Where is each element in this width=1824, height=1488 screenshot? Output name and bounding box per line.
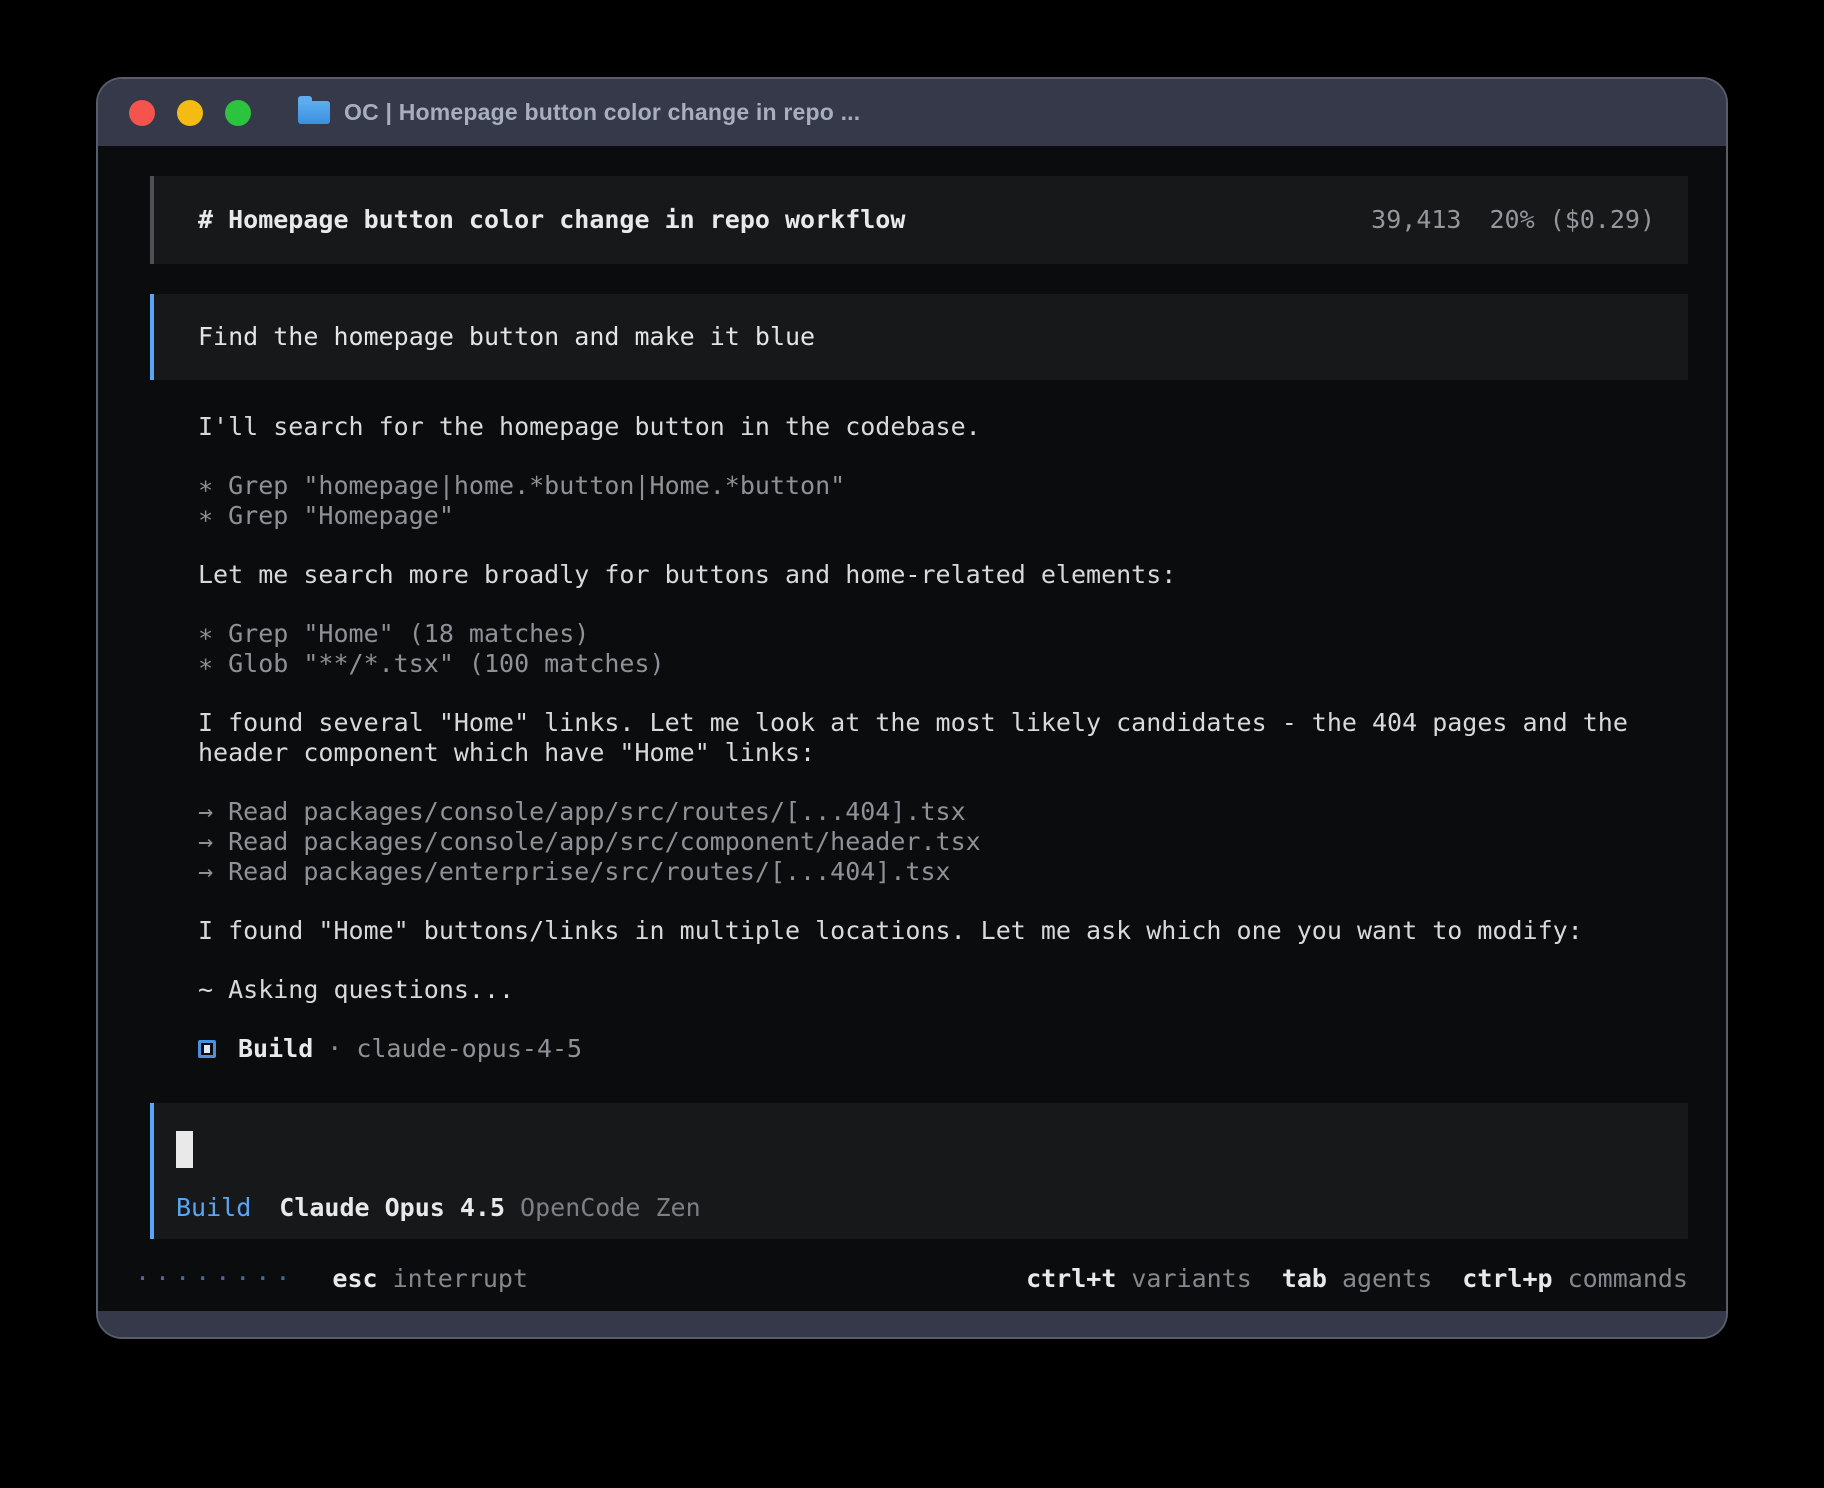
assistant-text-line: header component which have "Home" links… (198, 738, 1688, 768)
titlebar[interactable]: OC | Homepage button color change in rep… (98, 79, 1726, 146)
shortcut-key: ctrl+t (1026, 1264, 1116, 1294)
window-bottom-strip (98, 1311, 1726, 1337)
terminal-window: OC | Homepage button color change in rep… (96, 77, 1728, 1339)
tool-call-line: → Read packages/console/app/src/componen… (198, 827, 1688, 857)
shortcut-agents: tab agents (1282, 1264, 1432, 1294)
assistant-text-block: ~ Asking questions... (198, 975, 1688, 1005)
assistant-text-block: I'll search for the homepage button in t… (198, 412, 1688, 442)
assistant-text-block: I found several "Home" links. Let me loo… (198, 708, 1688, 768)
zoom-button[interactable] (225, 100, 251, 126)
spinner-dots: ········ (135, 1264, 295, 1294)
desktop: OC | Homepage button color change in rep… (0, 0, 1824, 1488)
shortcut-label: variants (1131, 1264, 1251, 1294)
context-percent: 20% (1489, 205, 1534, 235)
assistant-text-block: I found "Home" buttons/links in multiple… (198, 916, 1688, 946)
tool-call-block: ∗ Grep "homepage|home.*button|Home.*butt… (198, 471, 1688, 531)
agent-separator: · (327, 1034, 342, 1064)
shortcut-commands: ctrl+p commands (1462, 1264, 1688, 1294)
tool-call-block: → Read packages/console/app/src/routes/[… (198, 797, 1688, 887)
close-button[interactable] (129, 100, 155, 126)
assistant-text-line: I found several "Home" links. Let me loo… (198, 708, 1688, 738)
agent-name: Build (238, 1034, 313, 1064)
session-header: # Homepage button color change in repo w… (150, 176, 1688, 264)
tool-call-line: → Read packages/enterprise/src/routes/[.… (198, 857, 1688, 887)
session-cost: ($0.29) (1550, 205, 1655, 235)
assistant-text-line: I found "Home" buttons/links in multiple… (198, 916, 1688, 946)
session-stats: 39,413 20% ($0.29) (1371, 205, 1655, 235)
prompt-input[interactable]: Build Claude Opus 4.5 OpenCode Zen (150, 1103, 1688, 1239)
minimize-button[interactable] (177, 100, 203, 126)
input-provider-label: OpenCode Zen (520, 1193, 701, 1223)
text-cursor (176, 1131, 193, 1168)
input-model-label[interactable]: Claude Opus 4.5 (279, 1193, 505, 1223)
agent-model: claude-opus-4-5 (356, 1034, 582, 1064)
status-bar: ········ esc interrupt ctrl+t variants t… (150, 1264, 1688, 1294)
user-message-text: Find the homepage button and make it blu… (198, 322, 815, 352)
esc-key: esc (332, 1264, 377, 1294)
transcript: I'll search for the homepage button in t… (150, 412, 1688, 1005)
terminal-content: # Homepage button color change in repo w… (98, 146, 1726, 1311)
assistant-text-line: I'll search for the homepage button in t… (198, 412, 1688, 442)
tool-call-line: ∗ Grep "homepage|home.*button|Home.*butt… (198, 471, 1688, 501)
window-title: OC | Homepage button color change in rep… (344, 99, 860, 126)
input-agent-label[interactable]: Build (176, 1193, 251, 1223)
tool-call-line: ∗ Glob "**/*.tsx" (100 matches) (198, 649, 1688, 679)
token-count: 39,413 (1371, 205, 1461, 235)
shortcut-label: commands (1568, 1264, 1688, 1294)
tool-call-block: ∗ Grep "Home" (18 matches) ∗ Glob "**/*.… (198, 619, 1688, 679)
assistant-text-block: Let me search more broadly for buttons a… (198, 560, 1688, 590)
traffic-lights (129, 100, 251, 126)
agent-status-icon (198, 1040, 216, 1058)
input-meta: Build Claude Opus 4.5 OpenCode Zen (176, 1193, 1668, 1223)
session-title: # Homepage button color change in repo w… (198, 205, 905, 235)
tool-call-line: ∗ Grep "Home" (18 matches) (198, 619, 1688, 649)
agent-status-row: Build · claude-opus-4-5 (150, 1034, 1688, 1064)
shortcut-key: tab (1282, 1264, 1327, 1294)
assistant-text-line: ~ Asking questions... (198, 975, 1688, 1005)
user-message: Find the homepage button and make it blu… (150, 294, 1688, 380)
folder-icon (298, 101, 330, 124)
esc-label: interrupt (393, 1264, 528, 1294)
tool-call-line: ∗ Grep "Homepage" (198, 501, 1688, 531)
assistant-text-line: Let me search more broadly for buttons a… (198, 560, 1688, 590)
shortcut-variants: ctrl+t variants (1026, 1264, 1252, 1294)
shortcut-key: ctrl+p (1462, 1264, 1552, 1294)
shortcut-label: agents (1342, 1264, 1432, 1294)
esc-hint: esc interrupt (332, 1264, 528, 1294)
tool-call-line: → Read packages/console/app/src/routes/[… (198, 797, 1688, 827)
shortcut-hints: ctrl+t variants tab agents ctrl+p comman… (1026, 1264, 1688, 1294)
